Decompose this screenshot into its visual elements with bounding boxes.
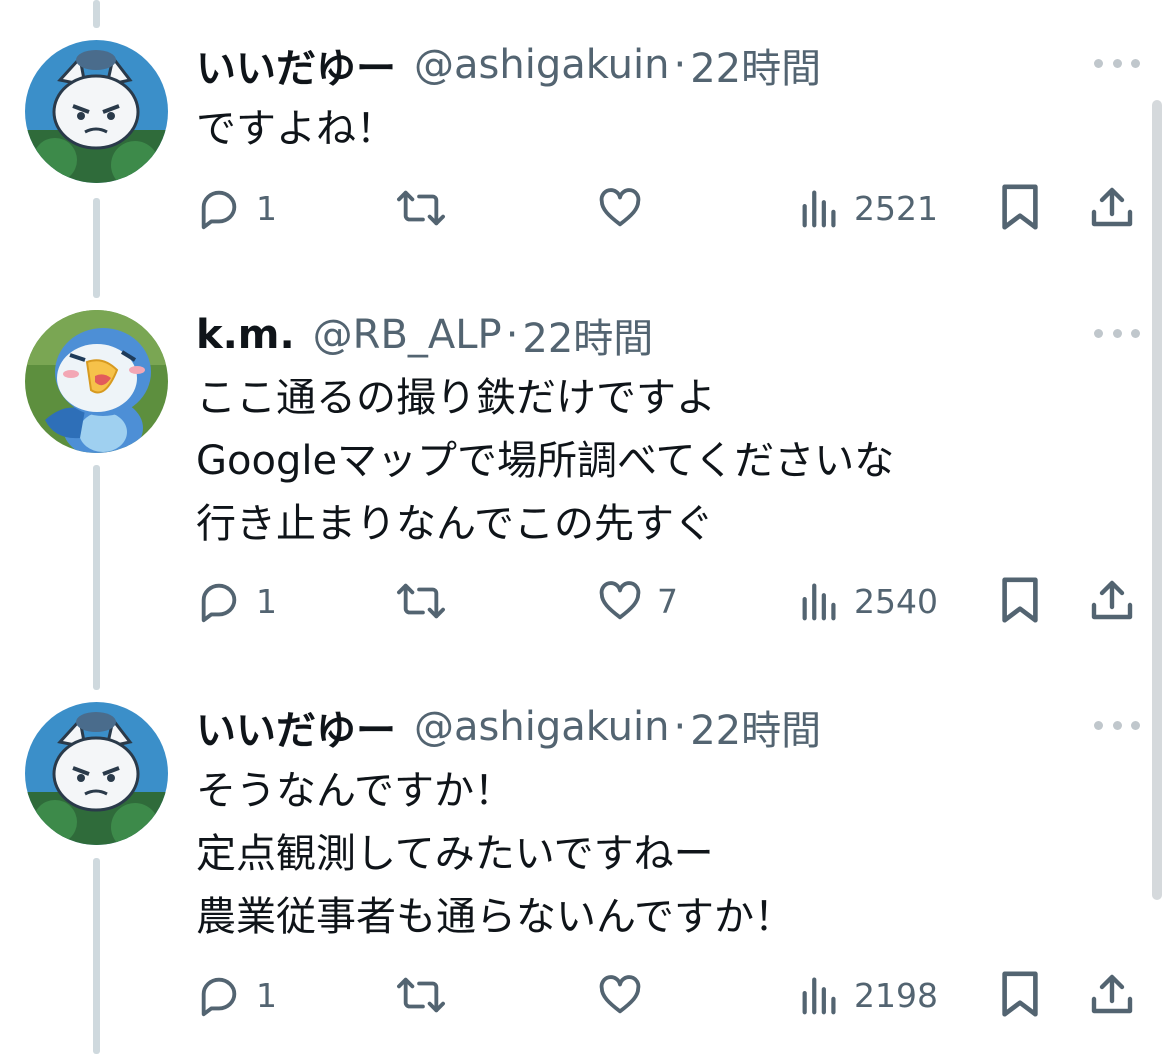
retweet-icon <box>397 583 445 619</box>
views-count: 2521 <box>854 188 938 228</box>
reply-count: 1 <box>256 581 277 621</box>
share-icon <box>1091 974 1133 1014</box>
timestamp[interactable]: 22時間 <box>522 306 653 364</box>
tweet-text-line: ここ通るの撮り鉄だけですよ <box>196 375 716 421</box>
bookmark-icon <box>1002 971 1038 1017</box>
share-button[interactable] <box>1088 571 1136 631</box>
reply-button[interactable]: 1 <box>196 965 277 1025</box>
tweet-text: ここ通るの撮り鉄だけですよ Googleマップで場所調べてくださいな 行き止まり… <box>196 367 894 556</box>
tweet-text-line: Googleマップで場所調べてくださいな <box>196 438 895 484</box>
bookmark-button[interactable] <box>998 571 1042 631</box>
thread-line <box>93 0 100 28</box>
tweet-header: k.m. @RB_ALP · 22時間 <box>196 306 653 364</box>
user-handle[interactable]: @ashigakuin <box>414 704 669 750</box>
scrollbar[interactable] <box>1152 100 1162 900</box>
display-name[interactable]: k.m. <box>196 312 295 358</box>
display-name[interactable]: いいだゆー <box>196 698 396 756</box>
heart-icon <box>599 581 641 620</box>
action-bar: 1 2521 <box>0 178 1150 238</box>
avatar[interactable] <box>25 310 168 453</box>
heart-icon <box>599 975 641 1014</box>
avatar[interactable] <box>25 702 168 845</box>
retweet-icon <box>397 977 445 1013</box>
tweet-header: いいだゆー @ashigakuin · 22時間 <box>196 36 821 94</box>
reply-icon <box>201 583 237 623</box>
tweet-header: いいだゆー @ashigakuin · 22時間 <box>196 698 821 756</box>
tweet-text-line: 行き止まりなんでこの先すぐ <box>196 501 714 547</box>
user-handle[interactable]: @RB_ALP <box>313 312 502 358</box>
views-count: 2198 <box>854 975 938 1015</box>
tweet[interactable]: いいだゆー @ashigakuin · 22時間 ですよね！ 1 2521 <box>0 36 1150 246</box>
bookmark-icon <box>1002 184 1038 230</box>
separator-dot: · <box>505 312 519 358</box>
reply-icon <box>201 190 237 230</box>
reply-icon <box>201 977 237 1017</box>
like-count: 7 <box>657 581 678 621</box>
share-icon <box>1091 187 1133 227</box>
share-button[interactable] <box>1088 178 1136 238</box>
tweet-text: そうなんですか！ 定点観測してみたいですねー 農業従事者も通らないんですか！ <box>196 760 794 949</box>
retweet-button[interactable] <box>396 571 460 631</box>
like-button[interactable] <box>597 965 657 1025</box>
tweet[interactable]: いいだゆー @ashigakuin · 22時間 そうなんですか！ 定点観測して… <box>0 698 1150 1043</box>
tweet-text-line: ですよね！ <box>196 106 396 152</box>
tweet-text-line: そうなんですか！ <box>196 768 514 814</box>
tweet-text-line: 農業従事者も通らないんですか！ <box>196 894 794 940</box>
like-button[interactable]: 7 <box>597 571 678 631</box>
avatar[interactable] <box>25 40 168 183</box>
action-bar: 1 7 2540 <box>0 571 1150 631</box>
user-handle[interactable]: @ashigakuin <box>414 42 669 88</box>
share-icon <box>1091 580 1133 620</box>
bookmark-button[interactable] <box>998 965 1042 1025</box>
retweet-icon <box>397 190 445 226</box>
like-button[interactable] <box>597 178 657 238</box>
share-button[interactable] <box>1088 965 1136 1025</box>
views-button[interactable]: 2521 <box>800 178 938 238</box>
views-icon <box>802 583 836 621</box>
bookmark-button[interactable] <box>998 178 1042 238</box>
heart-icon <box>599 188 641 227</box>
timestamp[interactable]: 22時間 <box>690 36 821 94</box>
views-count: 2540 <box>854 581 938 621</box>
retweet-button[interactable] <box>396 178 460 238</box>
more-options-icon[interactable] <box>1094 710 1140 740</box>
views-icon <box>802 977 836 1015</box>
more-options-icon[interactable] <box>1094 318 1140 348</box>
action-bar: 1 2198 <box>0 965 1150 1025</box>
tweet-text-line: 定点観測してみたいですねー <box>196 831 714 877</box>
reply-button[interactable]: 1 <box>196 178 277 238</box>
separator-dot: · <box>673 704 687 750</box>
reply-button[interactable]: 1 <box>196 571 277 631</box>
tweet-text: ですよね！ <box>196 98 396 161</box>
views-icon <box>802 190 836 228</box>
reply-count: 1 <box>256 188 277 228</box>
bookmark-icon <box>1002 577 1038 623</box>
reply-count: 1 <box>256 975 277 1015</box>
more-options-icon[interactable] <box>1094 48 1140 78</box>
timestamp[interactable]: 22時間 <box>690 698 821 756</box>
views-button[interactable]: 2198 <box>800 965 938 1025</box>
separator-dot: · <box>673 42 687 88</box>
retweet-button[interactable] <box>396 965 460 1025</box>
display-name[interactable]: いいだゆー <box>196 36 396 94</box>
tweet[interactable]: k.m. @RB_ALP · 22時間 ここ通るの撮り鉄だけですよ Google… <box>0 306 1150 651</box>
views-button[interactable]: 2540 <box>800 571 938 631</box>
